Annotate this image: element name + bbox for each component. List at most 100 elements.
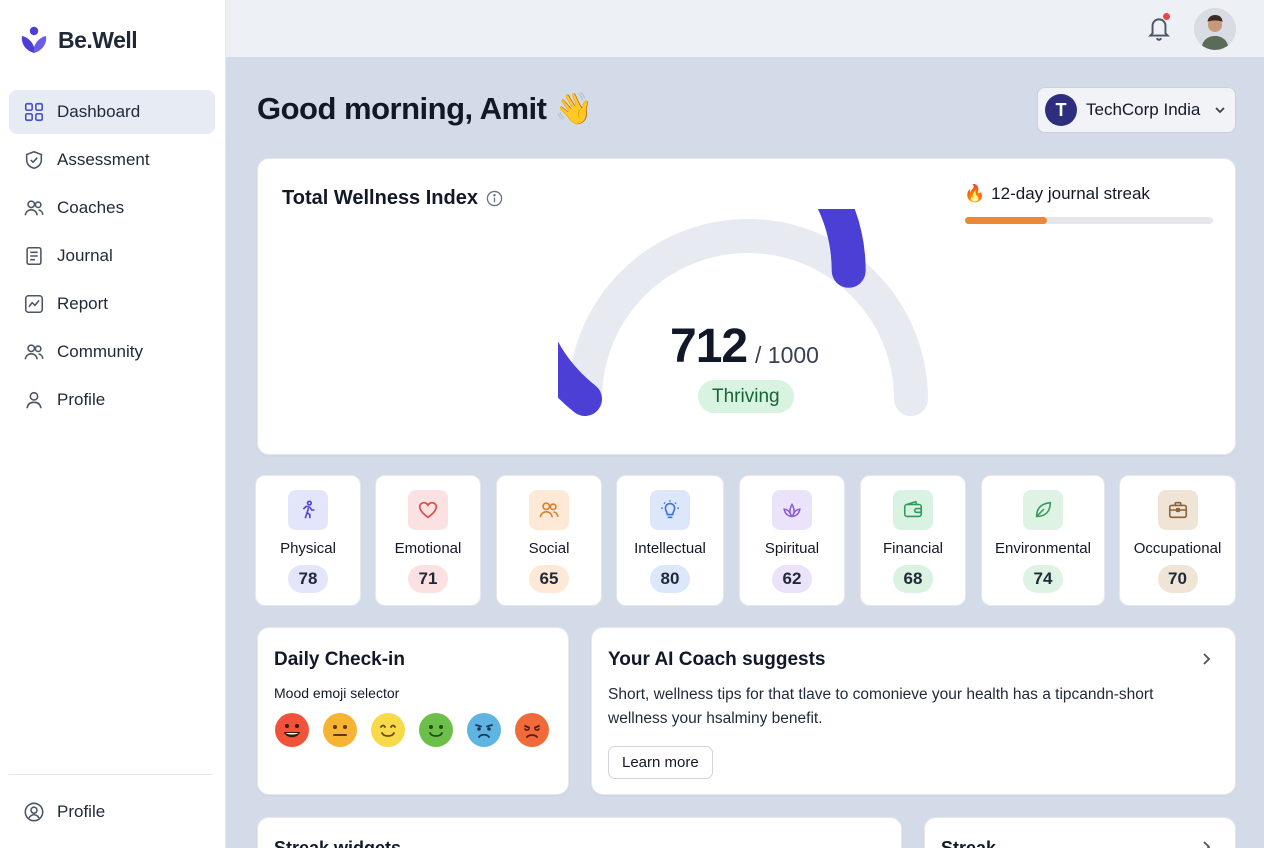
sidebar-item-label: Dashboard [57,102,141,121]
dimension-card-financial[interactable]: Financial 68 [860,475,966,606]
streak-title: Streak [941,838,997,848]
ai-coach-title: Your AI Coach suggests [608,649,826,670]
dimension-icon-tile [529,490,569,530]
chevron-down-icon [1215,107,1225,114]
notification-badge [1162,12,1171,21]
mood-happy-icon[interactable] [418,712,454,748]
dimension-score: 65 [529,565,569,593]
dimension-icon-tile [1023,490,1063,530]
lightbulb-icon [661,500,679,519]
sidebar-item-label: Coaches [57,198,125,217]
dimension-card-social[interactable]: Social 65 [496,475,602,606]
briefcase-icon [1168,501,1187,519]
users-icon [539,502,559,518]
dimension-card-emotional[interactable]: Emotional 71 [375,475,481,606]
dimension-card-spiritual[interactable]: Spiritual 62 [739,475,845,606]
mood-selector [274,712,550,748]
organization-name: TechCorp India [1086,100,1201,119]
dimension-card-intellectual[interactable]: Intellectual 80 [616,475,724,606]
streak-card: Streak [924,817,1236,848]
dimension-score: 74 [1023,565,1063,593]
wellness-index-title-text: Total Wellness Index [282,187,478,209]
sidebar-divider [9,774,213,775]
sidebar-item-label: Report [57,294,109,313]
wellness-index-card: Total Wellness Index 712 / 1000 Thriving… [257,158,1236,455]
sidebar-bottom: Profile [9,790,215,838]
daily-checkin-card: Daily Check-in Mood emoji selector [257,627,569,795]
sidebar-item-profile[interactable]: Profile [9,378,215,422]
info-icon[interactable] [486,190,503,207]
ai-coach-text: Short, wellness tips for that tlave to c… [608,686,1154,727]
brand-mark-icon [21,26,47,53]
brand-logo[interactable]: Be.Well [18,24,138,56]
sidebar-item-profile-bottom[interactable]: Profile [9,790,215,834]
sidebar-item-dashboard[interactable]: Dashboard [9,90,215,134]
sidebar-item-label: Community [57,342,143,361]
sidebar-item-label: Profile [57,390,106,409]
ai-coach-card: Your AI Coach suggests Short, wellness t… [591,627,1236,795]
mood-neutral-icon[interactable] [322,712,358,748]
dimension-score: 68 [893,565,933,593]
heart-icon [418,501,438,519]
sidebar-item-community[interactable]: Community [9,330,215,374]
brand-name: Be.Well [58,26,138,53]
wallet-icon [903,500,923,518]
dimension-label: Physical [280,540,336,557]
dimension-icon-tile [1157,490,1198,530]
dimension-label: Social [528,540,570,557]
sidebar-nav: Dashboard Assessment Coaches Journal Rep… [9,90,215,426]
running-icon [302,500,315,519]
organization-selector[interactable]: T TechCorp India [1037,87,1236,133]
journal-streak: 🔥 12-day journal streak [964,184,1150,204]
mood-content-icon[interactable] [370,712,406,748]
mood-sad-icon[interactable] [466,712,502,748]
streak-widgets-card: Streak widgets [257,817,902,848]
dimension-card-environmental[interactable]: Environmental 74 [981,475,1105,606]
dimension-icon-tile [893,490,933,530]
lotus-icon [783,502,801,518]
dimension-card-physical[interactable]: Physical 78 [255,475,361,606]
dimension-icon-tile [408,490,448,530]
streak-progress-fill [965,217,1047,224]
chevron-right-icon[interactable] [1199,652,1213,666]
dimension-label: Emotional [394,540,462,557]
sidebar-item-assessment[interactable]: Assessment [9,138,215,182]
user-avatar-icon [1194,8,1236,50]
sidebar-item-report[interactable]: Report [9,282,215,326]
streak-progress-bar [965,217,1213,224]
journal-streak-label: 12-day journal streak [991,184,1150,203]
leaf-icon [1035,501,1052,518]
chevron-right-icon[interactable] [1199,840,1213,848]
dimension-icon-tile [650,490,690,530]
dimension-icon-tile [288,490,328,530]
dimension-score: 70 [1157,565,1198,593]
status-badge: Thriving [698,380,794,413]
sidebar-item-label: Journal [57,246,113,265]
user-circle-icon [24,802,44,822]
dimension-label: Occupational [1133,540,1222,557]
chart-line-icon [24,294,44,314]
document-icon [26,246,42,266]
dimension-label: Intellectual [634,540,706,557]
users-icon [24,200,44,216]
learn-more-button[interactable]: Learn more [608,746,713,779]
user-icon [26,391,42,409]
sidebar-item-journal[interactable]: Journal [9,234,215,278]
avatar[interactable] [1194,8,1236,50]
organization-logo: T [1045,94,1077,126]
dimension-icon-tile [772,490,812,530]
wellness-score-max: / 1000 [755,342,819,368]
streak-widgets-title: Streak widgets [274,838,402,848]
mood-upset-icon[interactable] [514,712,550,748]
sidebar: Be.Well Dashboard Assessment Coaches Jou… [0,0,226,848]
sidebar-item-coaches[interactable]: Coaches [9,186,215,230]
dimension-label: Financial [882,540,944,557]
dimension-card-occupational[interactable]: Occupational 70 [1119,475,1236,606]
dimension-score: 78 [288,565,328,593]
dimension-score: 71 [408,565,448,593]
shield-check-icon [25,150,43,170]
mood-very-happy-icon[interactable] [274,712,310,748]
page-title: Good morning, Amit 👋 [257,91,593,126]
wellness-score: 712 [670,320,748,373]
fire-icon: 🔥 [964,184,986,203]
